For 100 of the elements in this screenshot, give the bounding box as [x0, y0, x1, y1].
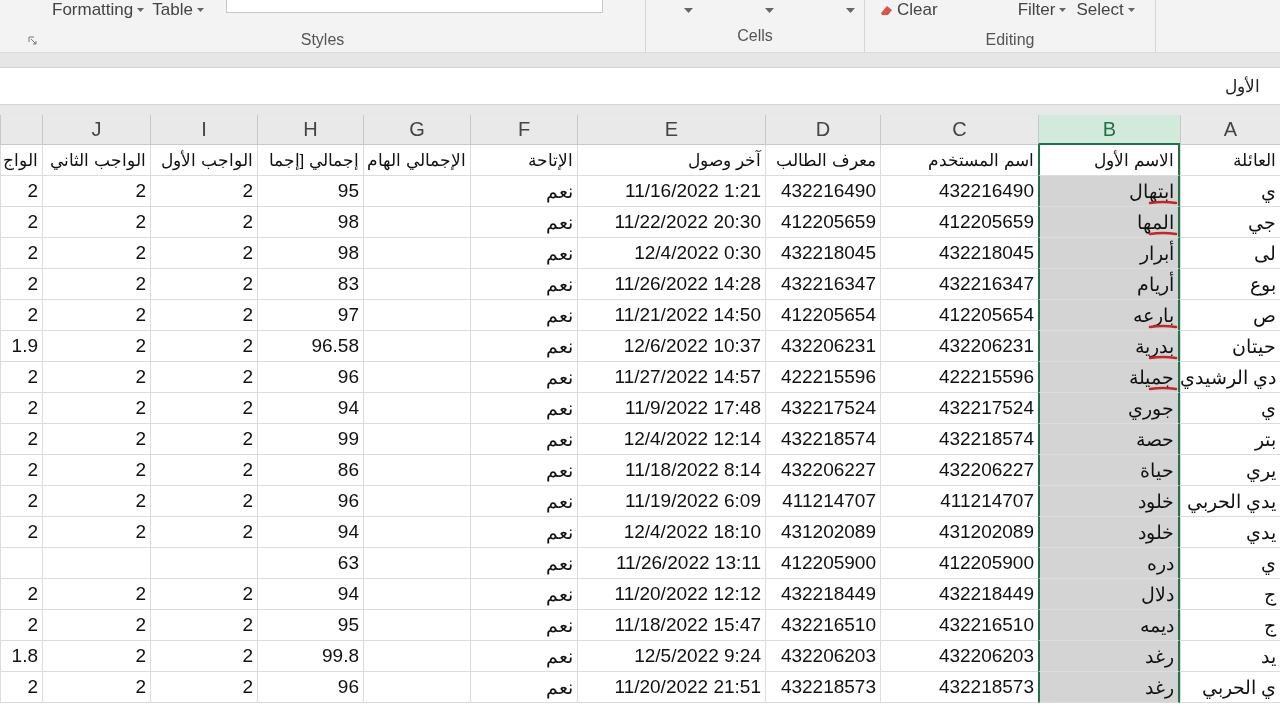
table-cell: 2	[42, 610, 150, 641]
caret-icon[interactable]	[684, 7, 693, 13]
table-cell: 432206231	[880, 331, 1038, 362]
table-cell: 2	[150, 269, 257, 300]
table-cell: 432218574	[765, 424, 880, 455]
ribbon-dropdown-button[interactable]: Table	[152, 0, 204, 20]
table-cell: الواج	[0, 145, 42, 176]
table-cell: 2	[42, 331, 150, 362]
caret-icon	[1059, 8, 1067, 12]
table-cell: ابتهال	[1038, 176, 1180, 207]
table-cell: 11/26/2022 14:28	[577, 269, 765, 300]
table-cell: 2	[42, 176, 150, 207]
table-cell: 422215596	[765, 362, 880, 393]
ribbon-dropdown-button[interactable]: Select	[1076, 0, 1135, 20]
table-cell: 1.9	[0, 331, 42, 362]
table-cell: حياة	[1038, 455, 1180, 486]
table-cell: 11/20/2022 12:12	[577, 579, 765, 610]
table-cell: 2	[150, 672, 257, 703]
table-cell: نعم	[470, 610, 577, 641]
table-cell: نعم	[470, 331, 577, 362]
table-cell: 2	[150, 207, 257, 238]
caret-icon[interactable]	[846, 7, 855, 13]
ribbon-group-label: Editing	[985, 31, 1035, 49]
table-cell: 12/4/2022 12:14	[577, 424, 765, 455]
table-cell: 432218449	[880, 579, 1038, 610]
table-cell: 11/16/2022 1:21	[577, 176, 765, 207]
table-cell: 2	[42, 672, 150, 703]
column-header[interactable]: H	[257, 115, 363, 145]
table-cell: نعم	[470, 579, 577, 610]
table-cell: 412205659	[880, 207, 1038, 238]
table-cell: 432216347	[880, 269, 1038, 300]
table-cell: دره	[1038, 548, 1180, 579]
table-cell: 2	[0, 300, 42, 331]
table-cell: 2	[150, 176, 257, 207]
table-cell: 432216490	[765, 176, 880, 207]
table-cell: نعم	[470, 455, 577, 486]
table-cell: نعم	[470, 641, 577, 672]
table-cell: 86	[257, 455, 363, 486]
table-cell: 2	[42, 486, 150, 517]
table-cell: 2	[42, 393, 150, 424]
column-header[interactable]: E	[577, 115, 765, 145]
dialog-launcher-icon[interactable]	[28, 36, 37, 45]
table-cell: 2	[150, 424, 257, 455]
column-header[interactable]: D	[765, 115, 880, 145]
table-cell: الواجب الأول	[150, 145, 257, 176]
table-cell: 11/20/2022 21:51	[577, 672, 765, 703]
table-cell: نعم	[470, 424, 577, 455]
table-cell: 2	[0, 176, 42, 207]
table-cell: 11/18/2022 15:47	[577, 610, 765, 641]
table-cell: 2	[42, 238, 150, 269]
table-cell: 11/9/2022 17:48	[577, 393, 765, 424]
ribbon-dropdown-button[interactable]: Formatting	[52, 0, 145, 20]
column-header[interactable]: F	[470, 115, 577, 145]
ribbon-dropdown-button[interactable]: Filter	[1017, 0, 1067, 20]
column-header[interactable]: G	[363, 115, 470, 145]
table-cell: 12/5/2022 9:24	[577, 641, 765, 672]
table-cell: 96.58	[257, 331, 363, 362]
clear-button[interactable]: Clear	[879, 0, 938, 20]
table-cell: 2	[150, 517, 257, 548]
table-cell: 1.8	[0, 641, 42, 672]
column-header[interactable]: I	[150, 115, 257, 145]
table-cell: 94	[257, 393, 363, 424]
table-cell: 2	[42, 517, 150, 548]
table-cell: 432206231	[765, 331, 880, 362]
table-cell: 95	[257, 176, 363, 207]
table-cell: 2	[150, 579, 257, 610]
table-cell: اسم المستخدم	[880, 145, 1038, 176]
table-cell: 99.8	[257, 641, 363, 672]
ribbon-group-label: Cells	[737, 27, 773, 45]
table-cell: معرف الطالب	[765, 145, 880, 176]
table-cell: 2	[150, 331, 257, 362]
table-cell: 97	[257, 300, 363, 331]
table-cell: 422215596	[880, 362, 1038, 393]
table-cell: 98	[257, 207, 363, 238]
column-header[interactable]: A	[1180, 115, 1280, 145]
table-cell: 411214707	[880, 486, 1038, 517]
column-header[interactable]: C	[880, 115, 1038, 145]
table-cell: 2	[150, 300, 257, 331]
table-cell: 432206227	[765, 455, 880, 486]
column-header[interactable]: J	[42, 115, 150, 145]
table-cell: 2	[0, 238, 42, 269]
table-cell: رغد	[1038, 641, 1180, 672]
table-cell: 2	[42, 579, 150, 610]
table-cell: بارعه	[1038, 300, 1180, 331]
caret-icon[interactable]	[765, 7, 774, 13]
table-cell: 412205659	[765, 207, 880, 238]
column-header[interactable]: B	[1038, 115, 1180, 145]
table-cell: 11/21/2022 14:50	[577, 300, 765, 331]
table-cell: رغد	[1038, 672, 1180, 703]
table-cell: 2	[0, 393, 42, 424]
annotation-mark	[1148, 355, 1178, 361]
table-cell: نعم	[470, 672, 577, 703]
table-cell: 412205654	[880, 300, 1038, 331]
table-cell: الواجب الثاني	[42, 145, 150, 176]
table-cell: 11/19/2022 6:09	[577, 486, 765, 517]
table-cell: 94	[257, 517, 363, 548]
formula-bar[interactable]: الأول	[0, 67, 1280, 105]
table-cell: 83	[257, 269, 363, 300]
table-cell: 411214707	[765, 486, 880, 517]
table-cell: 11/26/2022 13:11	[577, 548, 765, 579]
